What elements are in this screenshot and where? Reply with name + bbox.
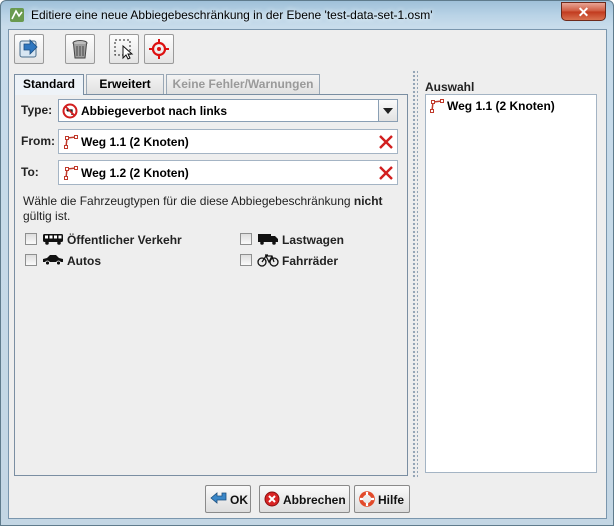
- from-label: From:: [21, 134, 55, 148]
- josm-app-icon: [10, 8, 24, 22]
- left-panel: Standard Erweitert Keine Fehler/Warnunge…: [11, 70, 408, 476]
- lifebuoy-icon: [359, 491, 375, 507]
- hint-text-end: gültig ist.: [23, 209, 71, 223]
- type-value: Abbiegeverbot nach links: [81, 104, 228, 118]
- title-bar[interactable]: Editiere eine neue Abbiegebeschränkung i…: [1, 1, 613, 28]
- dialog-content: Standard Erweitert Keine Fehler/Warnunge…: [8, 29, 607, 519]
- way-icon: [64, 166, 78, 180]
- from-value: Weg 1.1 (2 Knoten): [81, 135, 189, 149]
- way-icon: [430, 99, 444, 113]
- ok-arrow-icon: [210, 492, 227, 504]
- list-item-label: Weg 1.1 (2 Knoten): [447, 99, 555, 113]
- public-transport-checkbox[interactable]: [25, 233, 37, 245]
- chevron-down-icon: [383, 108, 393, 114]
- ok-label: OK: [230, 493, 248, 507]
- apply-icon: [19, 39, 38, 58]
- to-value: Weg 1.2 (2 Knoten): [81, 166, 189, 180]
- truck-checkbox[interactable]: [240, 233, 252, 245]
- tab-fehler-warnungen[interactable]: Keine Fehler/Warnungen: [166, 74, 320, 94]
- to-label: To:: [21, 165, 39, 179]
- car-label: Autos: [67, 254, 101, 268]
- hint-text: Wähle die Fahrzeugtypen für die diese Ab…: [23, 194, 354, 208]
- cancel-icon: [264, 491, 280, 507]
- bicycle-icon: [257, 254, 279, 267]
- cancel-button[interactable]: Abbrechen: [259, 485, 350, 513]
- delete-relation-button[interactable]: [65, 34, 95, 64]
- selection-panel: Auswahl Weg 1.1 (2 Knoten): [421, 74, 599, 476]
- trash-icon: [72, 40, 88, 59]
- button-bar: OK Abbrechen Hilfe: [9, 480, 606, 518]
- help-label: Hilfe: [378, 493, 405, 507]
- car-icon: [43, 255, 63, 266]
- vehicle-exception-hint: Wähle die Fahrzeugtypen für die diese Ab…: [23, 194, 403, 224]
- tab-standard[interactable]: Standard: [14, 74, 84, 95]
- bicycle-label: Fahrräder: [282, 254, 339, 268]
- type-label: Type:: [21, 103, 53, 117]
- close-button[interactable]: ✕: [561, 2, 606, 21]
- zoom-to-icon: [149, 39, 169, 59]
- apply-button[interactable]: [14, 34, 44, 64]
- hint-emphasis: nicht: [353, 194, 383, 208]
- truck-icon: [258, 234, 278, 245]
- standard-tab-panel: Type: Abbiegeverbot nach links From: Weg…: [14, 94, 408, 476]
- list-item[interactable]: Weg 1.1 (2 Knoten): [429, 98, 555, 117]
- dialog-window: Editiere eine neue Abbiegebeschränkung i…: [0, 0, 614, 526]
- delete-from-icon[interactable]: [378, 134, 394, 150]
- to-field[interactable]: Weg 1.2 (2 Knoten): [58, 160, 398, 185]
- select-in-map-button[interactable]: [109, 34, 139, 64]
- toolbar: [11, 32, 601, 66]
- truck-label: Lastwagen: [282, 233, 345, 247]
- tab-erweitert[interactable]: Erweitert: [86, 74, 164, 94]
- car-checkbox[interactable]: [25, 254, 37, 266]
- type-combobox[interactable]: Abbiegeverbot nach links: [58, 99, 398, 122]
- cancel-label: Abbrechen: [283, 493, 346, 507]
- bicycle-checkbox[interactable]: [240, 254, 252, 266]
- bus-icon: [43, 234, 63, 245]
- selection-list[interactable]: Weg 1.1 (2 Knoten): [425, 94, 597, 473]
- type-dropdown-button[interactable]: [378, 100, 397, 121]
- way-icon: [64, 135, 78, 149]
- no-left-turn-icon: [62, 103, 78, 119]
- selection-title: Auswahl: [425, 80, 475, 94]
- zoom-to-button[interactable]: [144, 34, 174, 64]
- window-title: Editiere eine neue Abbiegebeschränkung i…: [31, 8, 433, 22]
- tab-strip: Standard Erweitert Keine Fehler/Warnunge…: [14, 74, 404, 95]
- public-transport-label: Öffentlicher Verkehr: [67, 233, 182, 247]
- select-icon: [114, 39, 134, 60]
- delete-to-icon[interactable]: [378, 165, 394, 181]
- help-button[interactable]: Hilfe: [354, 485, 410, 513]
- split-pane-divider[interactable]: [412, 70, 418, 478]
- from-field[interactable]: Weg 1.1 (2 Knoten): [58, 129, 398, 154]
- ok-button[interactable]: OK: [205, 485, 251, 513]
